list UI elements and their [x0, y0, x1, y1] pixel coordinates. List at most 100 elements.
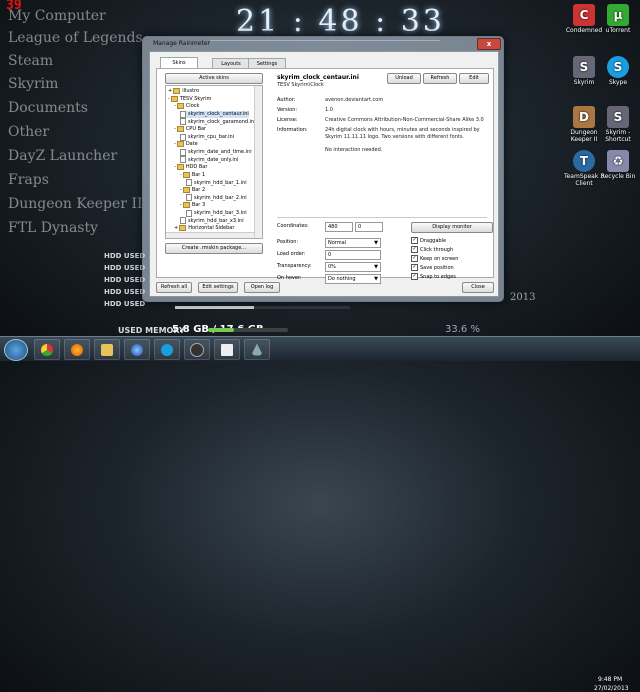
tree-skin-file[interactable]: skyrim_hdd_bar_3.ini [186, 209, 247, 217]
coordinate-x-input[interactable]: 480 [325, 222, 353, 232]
menu-item-ftl[interactable]: FTL Dynasty [8, 220, 98, 236]
close-button[interactable]: Close [462, 282, 494, 293]
position-select[interactable]: Normal ▼ [325, 238, 381, 248]
edit-settings-button[interactable]: Edit settings [198, 282, 238, 293]
condemned-icon: C [573, 4, 595, 26]
taskbar-explorer[interactable] [94, 339, 120, 360]
draggable-checkbox[interactable]: ✓ Draggable [411, 237, 446, 244]
tree-skin-file[interactable]: skyrim_clock_centaur.ini [180, 110, 249, 118]
tree-skin-file[interactable]: skyrim_cpu_bar.ini [180, 133, 234, 141]
open-log-button[interactable]: Open log [244, 282, 280, 293]
expand-icon[interactable]: + [168, 88, 172, 94]
taskbar-skype[interactable] [154, 339, 180, 360]
dungeon-keeper-icon: D [573, 106, 595, 128]
menu-item-fraps[interactable]: Fraps [8, 172, 49, 188]
menu-item-documents[interactable]: Documents [8, 100, 88, 116]
tree-folder[interactable]: - TESV Skyrim [168, 95, 211, 102]
tree-folder[interactable]: - Date [174, 141, 198, 148]
collapse-icon[interactable]: - [180, 202, 182, 208]
desktop-icon-label: Skyrim - Shortcut [605, 129, 631, 143]
collapse-icon[interactable]: - [168, 96, 170, 102]
taskbar-firefox[interactable] [64, 339, 90, 360]
tree-skin-file[interactable]: skyrim_hdd_bar_1.ini [186, 179, 247, 187]
desktop-icon-recycle-bin[interactable]: ♻ Recycle Bin [596, 150, 640, 180]
tree-folder[interactable]: - Bar 1 [180, 171, 205, 178]
tray-time[interactable]: 9:48 PM [598, 676, 622, 683]
menu-item-my-computer[interactable]: My Computer [8, 8, 106, 24]
refresh-all-button[interactable]: Refresh all [156, 282, 192, 293]
tree-horizontal-scrollbar[interactable] [166, 232, 254, 238]
chrome-icon [41, 343, 53, 356]
tree-folder[interactable]: - Bar 3 [180, 202, 205, 208]
tree-node-label: Bar 2 [191, 186, 206, 193]
memory-bar [208, 328, 288, 332]
taskbar-rainmeter[interactable] [244, 339, 270, 360]
tree-folder[interactable]: - Clock [174, 103, 199, 110]
tray-date[interactable]: 27/02/2013 [594, 685, 629, 692]
menu-item-league[interactable]: League of Legends [8, 30, 143, 46]
load-order-input[interactable]: 0 [325, 250, 381, 260]
menu-item-steam[interactable]: Steam [8, 53, 53, 69]
desktop-icon-skype[interactable]: S Skype [596, 56, 640, 86]
collapse-icon[interactable]: - [174, 164, 176, 170]
menu-item-dayz[interactable]: DayZ Launcher [8, 148, 117, 164]
menu-item-other[interactable]: Other [8, 124, 49, 140]
tree-folder[interactable]: + Horizontal Sidebar [174, 224, 234, 231]
menu-item-skyrim[interactable]: Skyrim [8, 76, 58, 92]
taskbar-chrome[interactable] [34, 339, 60, 360]
tree-skin-file[interactable]: skyrim_date_and_time.ini [180, 148, 252, 156]
collapse-icon[interactable]: - [174, 126, 176, 132]
version-value: 1.0 [325, 107, 333, 113]
unload-button[interactable]: Unload [387, 73, 421, 84]
tree-folder[interactable]: + illustro [168, 88, 199, 94]
snap-to-edges-checkbox[interactable]: ✓ Snap to edges [411, 273, 456, 280]
save-position-checkbox[interactable]: ✓ Save position [411, 264, 454, 271]
tree-node-label: HDD Bar [185, 164, 208, 170]
rainmeter-icon [251, 343, 263, 356]
collapse-icon[interactable]: - [180, 187, 182, 193]
collapse-icon[interactable]: - [174, 141, 176, 147]
transparency-select[interactable]: 0% ▼ [325, 262, 381, 272]
skins-panel: Active skins + illustro - TESV Skyrim - Clock… [156, 68, 494, 284]
window-close-button[interactable]: x [477, 38, 501, 50]
taskbar-itunes[interactable] [124, 339, 150, 360]
on-hover-select[interactable]: Do nothing ▼ [325, 274, 381, 284]
edit-button[interactable]: Edit [459, 73, 489, 84]
check-icon: ✓ [411, 237, 418, 244]
start-button[interactable] [4, 339, 28, 361]
skin-tree[interactable]: + illustro - TESV Skyrim - Clock skyrim_clock_… [165, 85, 263, 239]
collapse-icon[interactable]: - [180, 172, 182, 178]
tree-skin-file[interactable]: skyrim_clock_garamond.ini [180, 118, 256, 126]
keep-on-screen-checkbox[interactable]: ✓ Keep on screen [411, 255, 458, 262]
desktop-icon-label: uTorrent [605, 27, 631, 34]
tree-node-label: Date [185, 141, 198, 148]
memory-percent: 33.6 % [445, 324, 480, 335]
tree-skin-file[interactable]: skyrim_hdd_bar_2.ini [186, 194, 247, 202]
position-label: Position: [277, 239, 299, 245]
tree-folder[interactable]: - Bar 2 [180, 186, 206, 193]
utorrent-icon: µ [607, 4, 629, 26]
folder-icon [179, 224, 187, 231]
click-through-checkbox[interactable]: ✓ Click through [411, 246, 453, 253]
file-icon [180, 133, 186, 141]
create-package-button[interactable]: Create .rmskin package... [165, 243, 263, 254]
taskbar-steam[interactable] [184, 339, 210, 360]
display-monitor-button[interactable]: Display monitor [411, 222, 493, 233]
expand-icon[interactable]: + [174, 225, 178, 231]
menu-item-dungeon-keeper[interactable]: Dungeon Keeper II [8, 196, 143, 212]
taskbar-notepad[interactable] [214, 339, 240, 360]
tree-skin-file[interactable]: skyrim_date_only.ini [180, 156, 238, 164]
coordinate-y-input[interactable]: 0 [355, 222, 383, 232]
desktop-icon-utorrent[interactable]: µ uTorrent [596, 4, 640, 34]
author-value: avenon.deviantart.com [325, 97, 384, 103]
desktop-icon-skyrim-shortcut[interactable]: S Skyrim - Shortcut [596, 106, 640, 143]
active-skins-button[interactable]: Active skins [165, 73, 263, 84]
tree-skin-file[interactable]: skyrim_hdd_bar_x3.ini [180, 217, 244, 225]
tree-vertical-scrollbar[interactable] [254, 86, 262, 238]
tree-folder[interactable]: - HDD Bar [174, 164, 207, 170]
collapse-icon[interactable]: - [174, 103, 176, 109]
refresh-button[interactable]: Refresh [423, 73, 457, 84]
tree-folder[interactable]: - CPU Bar [174, 126, 206, 132]
tree-node-label: skyrim_hdd_bar_2.ini [194, 194, 247, 201]
folder-icon [173, 88, 181, 94]
